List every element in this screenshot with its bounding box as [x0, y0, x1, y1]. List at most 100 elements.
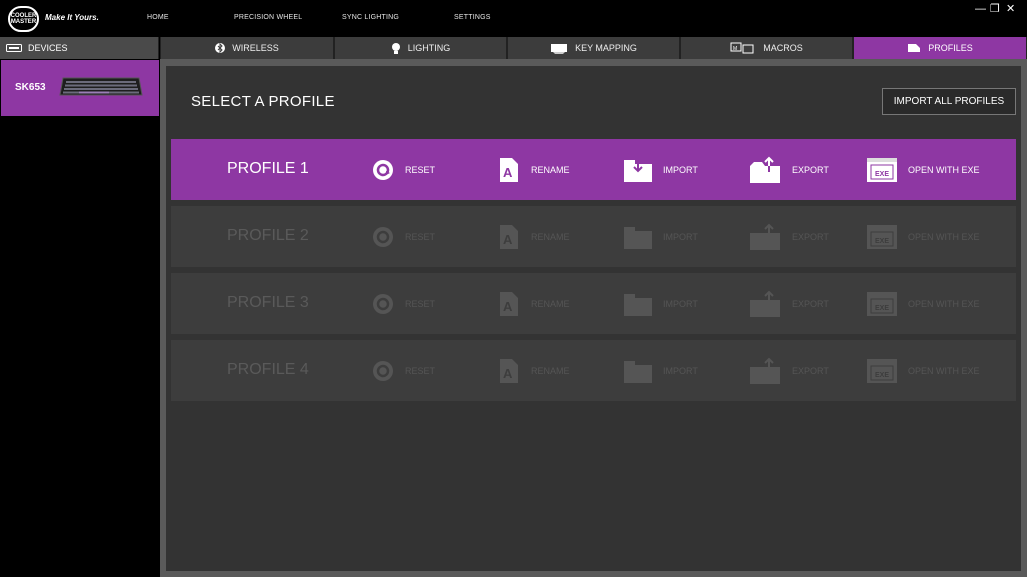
import-icon	[623, 224, 653, 250]
reset-button[interactable]: RESET	[371, 356, 435, 386]
exe-icon: EXE	[866, 358, 898, 384]
device-sk653[interactable]: SK653	[1, 60, 159, 116]
export-icon	[749, 156, 782, 183]
import-icon	[623, 157, 653, 183]
exe-icon: EXE	[866, 157, 898, 183]
profile-row-2[interactable]: PROFILE 2 RESET A RENAME IMPORT EXPORT E…	[171, 206, 1016, 267]
export-button[interactable]: EXPORT	[749, 289, 829, 319]
nav-precision-wheel[interactable]: PRECISION WHEEL	[234, 14, 302, 21]
brand-tagline: Make It Yours.	[45, 13, 99, 22]
export-icon	[749, 223, 782, 250]
nav-home[interactable]: HOME	[147, 14, 169, 21]
export-label: EXPORT	[792, 299, 829, 309]
profile-name: PROFILE 3	[227, 294, 309, 311]
import-label: IMPORT	[663, 165, 698, 175]
import-all-profiles-button[interactable]: IMPORT ALL PROFILES	[882, 88, 1016, 115]
bulb-icon	[391, 42, 400, 54]
minimize-button[interactable]: —	[975, 4, 986, 15]
rename-button[interactable]: A RENAME	[497, 155, 570, 185]
reset-icon	[371, 157, 395, 183]
rename-label: RENAME	[531, 299, 570, 309]
rename-label: RENAME	[531, 165, 570, 175]
export-button[interactable]: EXPORT	[749, 155, 829, 185]
reset-button[interactable]: RESET	[371, 155, 435, 185]
rename-icon: A	[497, 358, 521, 384]
import-label: IMPORT	[663, 232, 698, 242]
tab-label: PROFILES	[928, 43, 973, 53]
import-button[interactable]: IMPORT	[623, 222, 698, 252]
tab-label: LIGHTING	[407, 43, 451, 53]
reset-label: RESET	[405, 299, 436, 309]
profile-row-3[interactable]: PROFILE 3 RESET A RENAME IMPORT EXPORT E…	[171, 273, 1016, 334]
import-button[interactable]: IMPORT	[623, 289, 698, 319]
rename-label: RENAME	[531, 366, 570, 376]
profile-row-1[interactable]: PROFILE 1 RESET A RENAME IMPORT EXPORT E…	[171, 139, 1016, 200]
open-with-exe-label: OPEN WITH EXE	[908, 299, 980, 309]
exe-icon: EXE	[866, 291, 898, 317]
import-icon	[623, 358, 653, 384]
profile-name: PROFILE 2	[227, 227, 309, 244]
restore-button[interactable]: ❐	[990, 4, 1000, 15]
rename-button[interactable]: A RENAME	[497, 356, 570, 386]
export-label: EXPORT	[792, 165, 829, 175]
reset-label: RESET	[405, 165, 436, 175]
title-bar: COOLER MASTER Make It Yours. HOME PRECISI…	[0, 0, 1027, 37]
device-sidebar: SK653	[0, 59, 160, 577]
tab-label: WIRELESS	[232, 43, 279, 53]
nav-settings[interactable]: SETTINGS	[454, 14, 491, 21]
svg-text:A: A	[503, 165, 513, 180]
open-with-exe-button[interactable]: EXE OPEN WITH EXE	[866, 356, 980, 386]
exe-icon-text: EXE	[875, 305, 889, 312]
open-with-exe-label: OPEN WITH EXE	[908, 165, 980, 175]
exe-icon-text: EXE	[875, 171, 889, 178]
macro-icon: M	[730, 42, 754, 54]
reset-label: RESET	[405, 232, 436, 242]
tab-lighting[interactable]: LIGHTING	[334, 37, 507, 59]
svg-text:A: A	[503, 299, 513, 314]
rename-button[interactable]: A RENAME	[497, 222, 570, 252]
rename-button[interactable]: A RENAME	[497, 289, 570, 319]
export-label: EXPORT	[792, 366, 829, 376]
tab-label: KEY MAPPING	[575, 43, 637, 53]
tab-profiles[interactable]: PROFILES	[853, 37, 1027, 59]
tab-key-mapping[interactable]: KEY MAPPING	[507, 37, 680, 59]
open-with-exe-label: OPEN WITH EXE	[908, 366, 980, 376]
reset-icon	[371, 291, 395, 317]
open-with-exe-button[interactable]: EXE OPEN WITH EXE	[866, 222, 980, 252]
rename-icon: A	[497, 157, 521, 183]
key-icon	[551, 44, 568, 54]
devices-tab[interactable]: DEVICES	[0, 37, 159, 59]
open-with-exe-button[interactable]: EXE OPEN WITH EXE	[866, 289, 980, 319]
close-button[interactable]: ✕	[1006, 4, 1015, 15]
device-name: SK653	[15, 82, 46, 93]
import-button[interactable]: IMPORT	[623, 356, 698, 386]
profile-row-4[interactable]: PROFILE 4 RESET A RENAME IMPORT EXPORT E…	[171, 340, 1016, 401]
export-button[interactable]: EXPORT	[749, 356, 829, 386]
reset-button[interactable]: RESET	[371, 222, 435, 252]
reset-icon	[371, 224, 395, 250]
rename-label: RENAME	[531, 232, 570, 242]
nav-sync-lighting[interactable]: SYNC LIGHTING	[342, 14, 399, 21]
tab-wireless[interactable]: WIRELESS	[160, 37, 334, 59]
profile-icon	[908, 44, 921, 52]
tab-bar: DEVICES WIRELESS LIGHTING KEY MAPPING M …	[0, 37, 1027, 59]
profile-name: PROFILE 1	[227, 160, 309, 177]
svg-text:A: A	[503, 366, 513, 381]
keyboard-image	[59, 77, 143, 96]
reset-button[interactable]: RESET	[371, 289, 435, 319]
rename-icon: A	[497, 224, 521, 250]
profile-name: PROFILE 4	[227, 361, 309, 378]
exe-icon-text: EXE	[875, 238, 889, 245]
reset-icon	[371, 358, 395, 384]
export-button[interactable]: EXPORT	[749, 222, 829, 252]
open-with-exe-label: OPEN WITH EXE	[908, 232, 980, 242]
keyboard-icon	[6, 44, 22, 52]
open-with-exe-button[interactable]: EXE OPEN WITH EXE	[866, 155, 980, 185]
import-button[interactable]: IMPORT	[623, 155, 698, 185]
devices-label: DEVICES	[28, 43, 68, 53]
export-label: EXPORT	[792, 232, 829, 242]
svg-text:A: A	[503, 232, 513, 247]
bluetooth-icon	[215, 42, 226, 54]
reset-label: RESET	[405, 366, 436, 376]
tab-macros[interactable]: M MACROS	[680, 37, 853, 59]
